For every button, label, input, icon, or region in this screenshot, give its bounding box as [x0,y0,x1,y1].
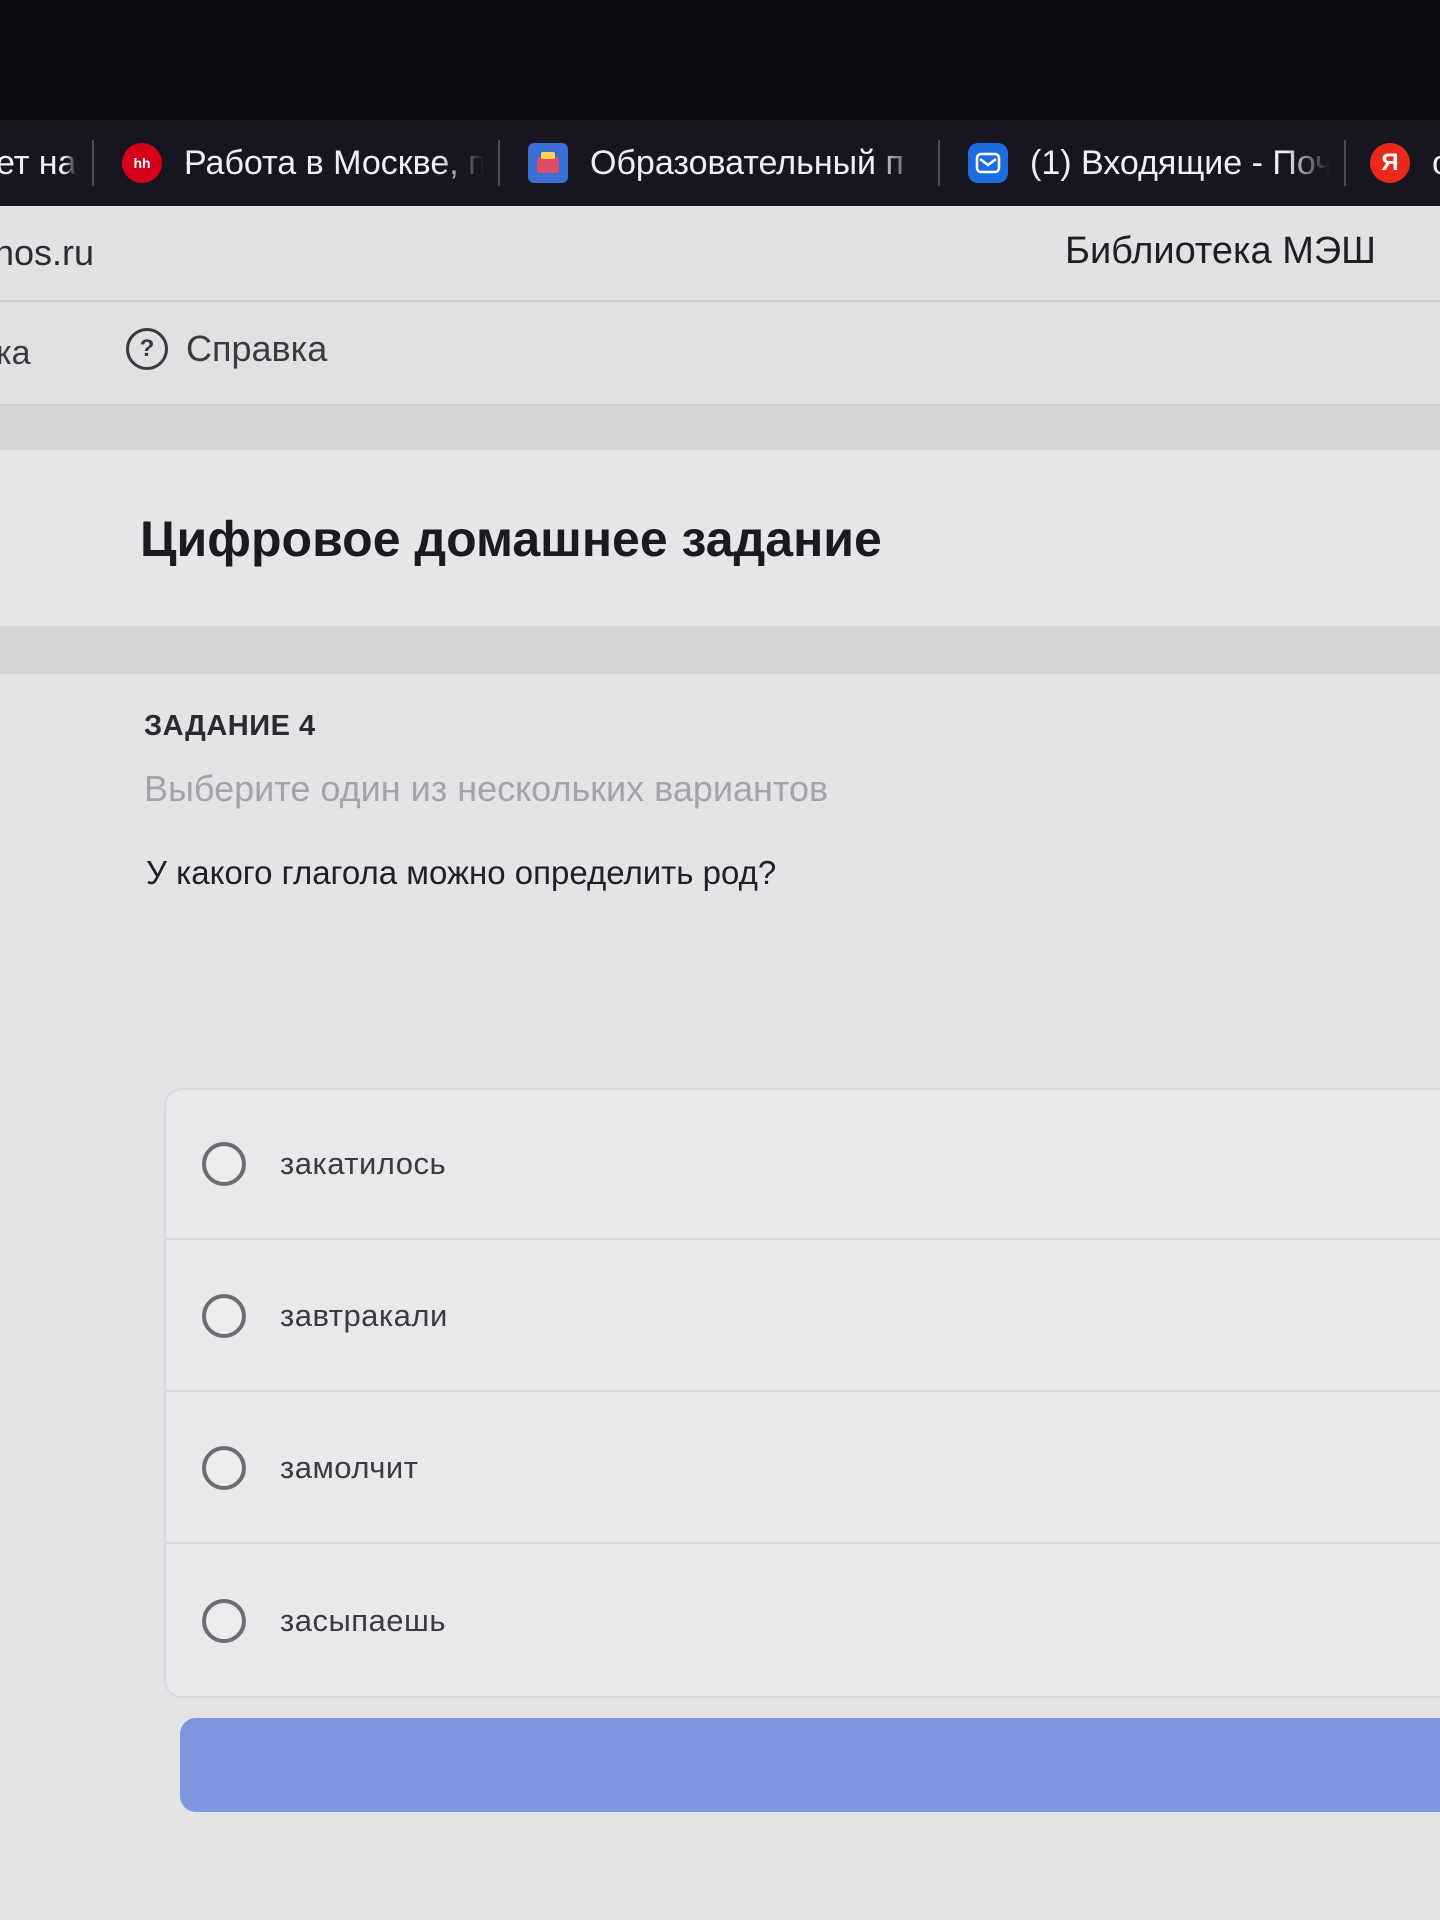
education-icon [528,143,568,183]
hh-icon: hh [122,143,162,183]
site-navbar: ка ? Справка [0,302,1440,406]
yandex-icon: Я [1370,143,1410,183]
tab-yandex[interactable]: Я оз [1346,120,1440,206]
task-number: ЗАДАНИЕ 4 [144,710,316,742]
tab-title: оз [1432,144,1440,183]
radio-button[interactable] [202,1294,246,1338]
answer-option[interactable]: закатилось [166,1090,1440,1240]
section-divider [0,626,1440,674]
nav-item-partial[interactable]: ка [0,334,31,373]
help-label: Справка [186,328,328,369]
section-divider [0,406,1440,450]
tab-hh-jobs[interactable]: hh Работа в Москве, пс [94,120,498,206]
mail-icon [968,143,1008,183]
title-section: Цифровое домашнее задание [0,450,1440,626]
address-url: nos.ru [0,232,95,273]
radio-button[interactable] [202,1142,246,1186]
answer-option[interactable]: засыпаешь [166,1546,1440,1696]
radio-button[interactable] [202,1446,246,1490]
task-question: У какого глагола можно определить род? [146,854,777,891]
option-label: засыпаешь [280,1603,447,1638]
browser-tab-bar: ет на hh Работа в Москве, пс Образовател… [0,120,1440,206]
option-label: завтракали [280,1298,448,1333]
library-mesh-link[interactable]: Библиотека МЭШ [1065,230,1376,273]
submit-answer-button[interactable] [180,1718,1440,1812]
question-circle-icon: ? [126,328,168,370]
page-title: Цифровое домашнее задание [140,511,882,567]
tab-mail[interactable]: (1) Входящие - Почт [940,120,1344,206]
tab-title: (1) Входящие - Почт [1030,143,1330,182]
task-section: ЗАДАНИЕ 4 Выберите один из нескольких ва… [0,674,1440,1920]
answer-options: закатилось завтракали замолчит засыпаешь [164,1088,1440,1698]
tab-title: ет на [0,143,77,182]
radio-button[interactable] [202,1599,246,1643]
tab-title: Работа в Москве, пс [184,143,484,182]
address-bar[interactable]: nos.ru Библиотека МЭШ [0,206,1440,302]
tab-title: Образовательный п [590,143,904,182]
answer-option[interactable]: завтракали [166,1242,1440,1392]
screen-bezel [0,0,1440,120]
task-hint: Выберите один из нескольких вариантов [144,768,829,809]
tab-education[interactable]: Образовательный п [500,120,938,206]
help-nav-item[interactable]: ? Справка [126,328,327,370]
tab-partial[interactable]: ет на [0,120,92,206]
option-label: замолчит [280,1450,419,1485]
answer-option[interactable]: замолчит [166,1394,1440,1544]
option-label: закатилось [280,1146,447,1181]
